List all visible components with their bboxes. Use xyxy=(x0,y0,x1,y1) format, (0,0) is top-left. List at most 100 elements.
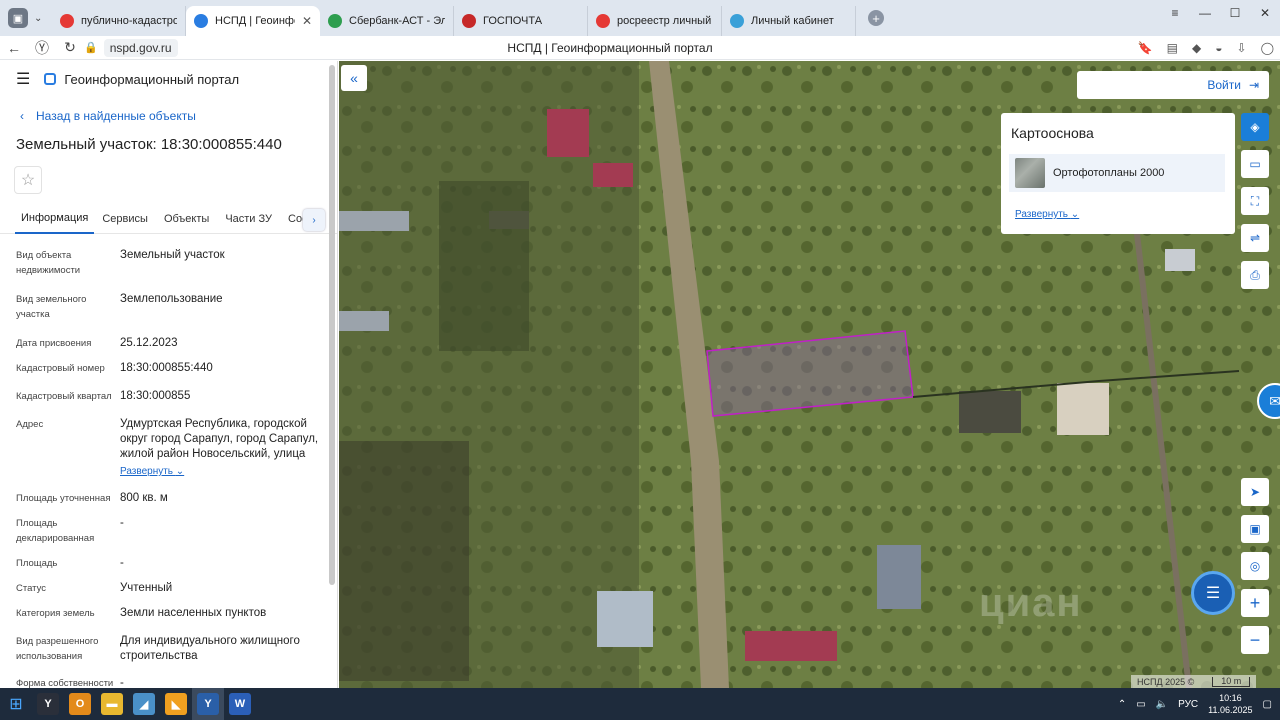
portal-brand[interactable]: Геоинформационный портал xyxy=(44,72,239,87)
start-button[interactable]: ⊞ xyxy=(0,688,32,720)
tab-controls[interactable]: ▣ ⌄ xyxy=(0,0,52,36)
lock-icon: 🔒 xyxy=(84,42,98,54)
chevron-left-icon: ‹ xyxy=(20,109,24,123)
basemap-option[interactable]: Ортофотопланы 2000 xyxy=(1009,154,1225,192)
maximize-icon[interactable]: ☐ xyxy=(1220,0,1250,26)
chevron-up-icon[interactable]: ⌃ xyxy=(1118,699,1126,710)
word-taskbar-icon[interactable]: W xyxy=(224,688,256,720)
minimize-icon[interactable]: — xyxy=(1190,0,1220,26)
downloads-icon[interactable]: ⇩ xyxy=(1237,41,1247,55)
browser-tab-0[interactable]: публично-кадастровая к xyxy=(52,6,186,36)
tab-services[interactable]: Сервисы xyxy=(94,204,156,234)
menu-icon[interactable]: ≡ xyxy=(1160,0,1190,26)
property-value: Земли населенных пунктов xyxy=(120,607,267,619)
notifications-icon[interactable]: ▢ xyxy=(1263,699,1272,710)
collapse-sidebar-button[interactable]: « xyxy=(341,65,367,91)
explorer-taskbar-icon[interactable]: ▬ xyxy=(96,688,128,720)
login-button[interactable]: Войти ⇥ xyxy=(1077,71,1269,99)
app-taskbar-icon[interactable]: ◢ xyxy=(128,688,160,720)
property-row: Кадастровый квартал 18:30:000855 xyxy=(0,389,337,404)
chevron-down-icon[interactable]: ⌄ xyxy=(34,13,42,24)
close-tab-icon[interactable]: ✕ xyxy=(302,14,312,28)
yandex-taskbar-icon[interactable]: Y xyxy=(32,688,64,720)
ruler-button[interactable]: ▭ xyxy=(1241,150,1269,178)
property-value: 25.12.2023 xyxy=(120,337,178,349)
speaker-icon[interactable]: 🔈 xyxy=(1156,699,1168,710)
info-tabs: Информация Сервисы Объекты Части ЗУ Сост… xyxy=(0,204,337,234)
reader-icon[interactable]: ▤ xyxy=(1167,41,1178,55)
red-roof-house xyxy=(593,163,633,187)
yandex-icon[interactable]: Ⓨ xyxy=(28,36,56,60)
language-indicator[interactable]: РУС xyxy=(1178,699,1198,710)
map-canvas[interactable]: « Войти ⇥ Картооснова Ортофотопланы 2000… xyxy=(339,61,1280,688)
property-row: Вид разрешенного использования Для индиви… xyxy=(0,634,337,664)
property-row: Адрес Удмуртская Республика, городской ок… xyxy=(0,417,337,479)
property-row: Вид объекта недвижимости Земельный участо… xyxy=(0,248,337,278)
close-window-icon[interactable]: ✕ xyxy=(1250,0,1280,26)
browser-tab-3[interactable]: ГОСПОЧТА xyxy=(454,6,588,36)
address-actions: 🔖 ▤ ◆ ◒ ⇩ ◯ xyxy=(1138,36,1274,60)
property-key: Форма собственности xyxy=(16,678,114,688)
grey-roof-house xyxy=(877,545,921,609)
zoom-in-button[interactable]: + xyxy=(1241,589,1269,617)
geolocate-button[interactable]: ➤ xyxy=(1241,478,1269,506)
ruler-icon: ▭ xyxy=(1249,157,1261,171)
hamburger-menu-icon[interactable]: ☰ xyxy=(16,69,30,89)
basemap-option-label: Ортофотопланы 2000 xyxy=(1053,167,1165,179)
object-title: Земельный участок: 18:30:000855:440 xyxy=(16,136,282,153)
word-icon: W xyxy=(229,693,251,715)
browser-tab-5[interactable]: Личный кабинет xyxy=(722,6,856,36)
tab-objects[interactable]: Объекты xyxy=(156,204,217,234)
plus-icon: + xyxy=(1249,592,1261,613)
print-icon: ⎙ xyxy=(1250,267,1260,282)
grey-roof-house xyxy=(597,591,653,647)
property-key: Статус xyxy=(16,583,47,594)
tab-parts[interactable]: Части ЗУ xyxy=(217,204,280,234)
clock[interactable]: 10:16 11.06.2025 xyxy=(1208,692,1252,716)
yandex-active-taskbar-icon[interactable]: Y xyxy=(192,688,224,720)
area-select-button[interactable]: ⛶ xyxy=(1241,187,1269,215)
watermark: циан xyxy=(979,581,1083,625)
new-tab-icon[interactable]: + xyxy=(868,10,884,26)
bookmark-icon[interactable]: 🔖 xyxy=(1138,41,1153,55)
zoom-out-button[interactable]: − xyxy=(1241,626,1269,654)
property-value: - xyxy=(120,557,124,569)
browser-tab-1[interactable]: НСПД | Геоинформаци ✕ xyxy=(186,6,320,36)
profile-icon[interactable]: ◯ xyxy=(1261,41,1274,55)
protect-icon[interactable]: ◒ xyxy=(1215,41,1222,55)
basemap-expand-link[interactable]: Развернуть ⌄ xyxy=(1015,209,1079,220)
back-to-results-link[interactable]: ‹ Назад в найденные объекты xyxy=(20,109,337,123)
double-chevron-left-icon: « xyxy=(350,70,358,86)
clock-time: 10:16 xyxy=(1219,693,1242,703)
property-key: Кадастровый номер xyxy=(16,363,105,374)
map-scale-bar: НСПД 2025 © 10 m xyxy=(1131,675,1257,688)
reload-icon[interactable]: ↻ xyxy=(56,36,84,60)
red-roof-house xyxy=(745,631,837,661)
print-button[interactable]: ⎙ xyxy=(1241,261,1269,289)
property-key: Вид разрешенного использования xyxy=(16,636,99,662)
sidebar-scrollbar[interactable] xyxy=(329,65,335,585)
tab-information[interactable]: Информация xyxy=(15,204,95,234)
login-icon: ⇥ xyxy=(1248,78,1259,92)
location-button[interactable]: ◎ xyxy=(1241,552,1269,580)
chat-button[interactable]: ☰ xyxy=(1191,571,1235,615)
extension-icon[interactable]: ◆ xyxy=(1192,41,1201,55)
network-icon[interactable]: ▭ xyxy=(1136,699,1145,710)
outlook-taskbar-icon[interactable]: O xyxy=(64,688,96,720)
back-arrow-icon[interactable]: ← xyxy=(0,36,28,60)
browser-tab-4[interactable]: росреестр личный кабин xyxy=(588,6,722,36)
favorite-button[interactable]: ☆ xyxy=(14,166,42,194)
tabs-scroll-right-icon[interactable]: › xyxy=(303,209,325,231)
layers-button[interactable]: ◈ xyxy=(1241,113,1269,141)
share-button[interactable]: ⇌ xyxy=(1241,224,1269,252)
tab-group-icon[interactable]: ▣ xyxy=(8,8,28,28)
basemap-panel-title: Картооснова xyxy=(1011,125,1094,141)
minimap-button[interactable]: ▣ xyxy=(1241,515,1269,543)
gosuslugi-favicon-icon xyxy=(730,14,744,28)
expand-address-link[interactable]: Развернуть ⌄ xyxy=(120,464,184,479)
url-field[interactable]: nspd.gov.ru xyxy=(103,38,178,57)
browser-tab-2[interactable]: Сбербанк-АСТ - Электро xyxy=(320,6,454,36)
chevron-down-icon: ⌄ xyxy=(175,466,185,477)
property-key: Вид объекта недвижимости xyxy=(16,250,81,276)
app2-taskbar-icon[interactable]: ◣ xyxy=(160,688,192,720)
